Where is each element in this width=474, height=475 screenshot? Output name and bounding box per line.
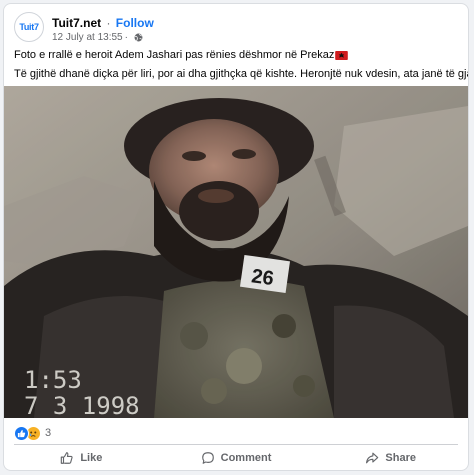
share-button[interactable]: Share xyxy=(313,447,468,469)
post-text-line2: Të gjithë dhanë diçka për liri, por ai d… xyxy=(14,68,469,80)
avatar-logo-text: Tuit7 xyxy=(19,22,39,32)
comment-button[interactable]: Comment xyxy=(159,447,314,469)
post-photo[interactable]: 26 1:53 7 3 1998 xyxy=(4,86,468,418)
post-actions: Like Comment Share xyxy=(4,447,468,469)
reaction-count: 3 xyxy=(45,427,52,439)
meta-separator: · xyxy=(124,32,128,43)
like-reaction-icon xyxy=(14,425,29,441)
photo-stamp-date: 7 3 1998 xyxy=(24,392,140,418)
post-text-line1-content: Foto e rrallë e heroit Adem Jashari pas … xyxy=(14,49,335,61)
post-text-line1: Foto e rrallë e heroit Adem Jashari pas … xyxy=(14,49,349,61)
albanian-flag-icon xyxy=(335,50,349,60)
like-icon xyxy=(61,452,73,464)
post-meta: 12 July at 13:55 · xyxy=(52,32,143,43)
author-name[interactable]: Tuit7.net xyxy=(52,16,101,30)
globe-icon xyxy=(134,33,143,42)
share-button-label: Share xyxy=(385,452,416,464)
thumbs-up-icon xyxy=(17,429,26,437)
share-icon xyxy=(366,452,379,464)
name-separator: · xyxy=(106,16,111,30)
actions-divider xyxy=(14,444,458,445)
like-button-label: Like xyxy=(80,452,103,464)
post-header: Tuit7 Tuit7.net · Follow 12 July at 13:5… xyxy=(14,12,454,46)
like-button[interactable]: Like xyxy=(4,447,159,469)
post-timestamp[interactable]: 12 July at 13:55 xyxy=(52,32,123,43)
comment-icon xyxy=(201,452,214,464)
follow-button[interactable]: Follow xyxy=(116,16,154,30)
post-card: Tuit7 Tuit7.net · Follow 12 July at 13:5… xyxy=(3,3,469,471)
author-line: Tuit7.net · Follow xyxy=(52,16,154,30)
photo-tag-number: 26 xyxy=(250,265,275,290)
reaction-summary[interactable]: 3 xyxy=(14,425,51,441)
post-photo-image: 26 1:53 7 3 1998 xyxy=(4,86,468,418)
comment-button-label: Comment xyxy=(220,452,272,464)
photo-stamp-time: 1:53 xyxy=(24,366,82,394)
avatar[interactable]: Tuit7 xyxy=(14,12,44,42)
